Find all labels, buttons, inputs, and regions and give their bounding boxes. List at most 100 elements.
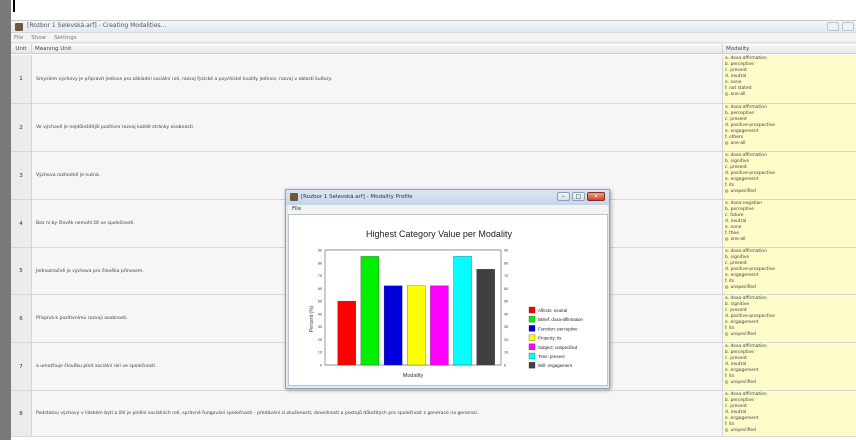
modality-cell[interactable]: a. doxa-affirmation b. signitive c. presen… bbox=[723, 295, 856, 342]
legend-swatch bbox=[528, 306, 536, 314]
legend-swatch bbox=[528, 362, 536, 369]
legend-swatch bbox=[528, 334, 536, 341]
left-background-strip bbox=[0, 0, 11, 440]
y-tick-label-left: 20 bbox=[318, 338, 322, 342]
meaning-unit-cell[interactable]: Ve výchově je nejdůležitější pozitivní r… bbox=[32, 104, 723, 151]
modality-cell[interactable]: a. doxa-affirmation b. perceptive c. prese… bbox=[723, 104, 856, 151]
legend-swatch bbox=[528, 325, 536, 332]
legend-swatch bbox=[528, 316, 536, 323]
y-tick-label-right: 10 bbox=[504, 351, 508, 355]
bar[interactable] bbox=[453, 256, 472, 366]
chart-legend: Affects: neutral Belief: doxa-affirmation… bbox=[528, 306, 583, 369]
y-tick-label-right: 80 bbox=[504, 261, 508, 265]
unit-cell[interactable]: 5 bbox=[11, 248, 32, 294]
grid-header: Unit Meaning Unit Modality bbox=[11, 44, 856, 54]
y-tick-label-left: 40 bbox=[318, 312, 322, 316]
dialog-close-button[interactable]: × bbox=[587, 192, 605, 201]
top-background bbox=[11, 0, 856, 20]
modality-profile-dialog: [Rozbor 1 Selevská.arf] - Modality Profi… bbox=[285, 189, 610, 389]
y-tick-label-right: 20 bbox=[504, 338, 508, 342]
unit-cell[interactable]: 4 bbox=[11, 200, 32, 247]
menu-settings[interactable]: Settings bbox=[54, 33, 77, 42]
legend-label: Will: engagement bbox=[538, 363, 573, 368]
minimize-button[interactable] bbox=[827, 22, 839, 31]
dialog-controls: – □ × bbox=[557, 192, 605, 201]
table-row[interactable]: 1 Smyslem výchovy je připravit jedince pr… bbox=[11, 55, 856, 104]
dialog-title: [Rozbor 1 Selevská.arf] - Modality Profi… bbox=[301, 194, 413, 200]
y-tick-label-right: 50 bbox=[504, 300, 508, 304]
text-caret bbox=[13, 0, 15, 12]
chart-y-ticks-right: 0 10 20 30 40 50 60 70 80 90 bbox=[504, 249, 508, 368]
bar[interactable] bbox=[407, 285, 426, 366]
dialog-menu-file[interactable]: File bbox=[292, 205, 301, 214]
main-window-title: [Rozbor 1 Selevská.arf] - Creating Modal… bbox=[27, 22, 167, 29]
dialog-maximize-button[interactable]: □ bbox=[572, 192, 585, 201]
modality-line: g. unspecified bbox=[725, 189, 756, 194]
app-icon bbox=[15, 23, 23, 31]
modality-line: g. one-all bbox=[725, 141, 746, 146]
modality-cell[interactable]: a. doxa-affirmation b. perceptive c. prese… bbox=[723, 391, 856, 436]
dialog-titlebar[interactable]: [Rozbor 1 Selevská.arf] - Modality Profi… bbox=[286, 190, 609, 205]
table-row[interactable]: 2 Ve výchově je nejdůležitější pozitivní … bbox=[11, 104, 856, 152]
modality-cell[interactable]: a. doxa-affirmation b. signitive c. presen… bbox=[723, 248, 856, 294]
legend-swatch bbox=[528, 343, 536, 350]
unit-cell[interactable]: 7 bbox=[11, 343, 32, 390]
unit-cell[interactable]: 8 bbox=[11, 391, 32, 436]
legend-label: Time: present bbox=[538, 354, 565, 359]
dialog-menubar: File bbox=[288, 205, 608, 214]
y-tick-label-right: 70 bbox=[504, 274, 508, 278]
y-tick-label-left: 60 bbox=[318, 287, 322, 291]
menu-file[interactable]: File bbox=[14, 33, 23, 42]
table-row[interactable]: 8 Podstatou výchovy v lidském bytí a žití… bbox=[11, 391, 856, 437]
unit-cell[interactable]: 3 bbox=[11, 152, 32, 199]
main-titlebar: [Rozbor 1 Selevská.arf] - Creating Modal… bbox=[11, 21, 856, 33]
modality-line: g. one-all bbox=[725, 237, 746, 242]
meaning-unit-cell[interactable]: Podstatou výchovy v lidském bytí a žití … bbox=[32, 391, 723, 436]
legend-label: Belief: doxa-affirmation bbox=[538, 317, 583, 322]
bar[interactable] bbox=[383, 285, 403, 366]
column-header-modality[interactable]: Modality bbox=[723, 44, 856, 54]
screen: [Rozbor 1 Selevská.arf] - Creating Modal… bbox=[0, 0, 856, 440]
legend-label: Subject: unspecified bbox=[538, 345, 578, 350]
bar[interactable] bbox=[430, 285, 449, 366]
dialog-app-icon bbox=[290, 193, 298, 201]
unit-cell[interactable]: 1 bbox=[11, 55, 32, 103]
chart-x-axis-label: Modality bbox=[403, 373, 424, 379]
menu-show[interactable]: Show bbox=[31, 33, 46, 42]
y-tick-label-left: 0 bbox=[320, 364, 322, 368]
legend-label: Function: perceptive bbox=[538, 326, 578, 331]
meaning-unit-cell[interactable]: Smyslem výchovy je připravit jedince pro… bbox=[32, 55, 723, 103]
y-tick-label-left: 90 bbox=[318, 249, 322, 253]
chart-panel: Highest Category Value per Modality Perc… bbox=[288, 214, 608, 386]
main-menubar: File Show Settings bbox=[11, 33, 856, 43]
y-tick-label-right: 60 bbox=[504, 287, 508, 291]
restore-button[interactable] bbox=[842, 22, 854, 31]
unit-cell[interactable]: 2 bbox=[11, 104, 32, 151]
bar[interactable] bbox=[337, 300, 356, 366]
column-header-meaning-unit[interactable]: Meaning Unit bbox=[32, 44, 723, 54]
y-tick-label-right: 0 bbox=[504, 364, 506, 368]
modality-cell[interactable]: a. doxa-affirmation b. perceptive c. prese… bbox=[723, 55, 856, 103]
modality-cell[interactable]: a. doxa-negation b. perceptive c. future d.… bbox=[723, 200, 856, 247]
y-tick-label-left: 10 bbox=[318, 351, 322, 355]
modality-line: g. unspecified bbox=[725, 428, 756, 433]
y-tick-label-right: 40 bbox=[504, 312, 508, 316]
modality-line: g. unspecified bbox=[725, 285, 756, 290]
bar-chart: Highest Category Value per Modality Perc… bbox=[309, 229, 583, 379]
y-tick-label-left: 80 bbox=[318, 261, 322, 265]
bar[interactable] bbox=[476, 269, 495, 366]
y-tick-label-left: 50 bbox=[318, 300, 322, 304]
modality-line: g. unspecified bbox=[725, 332, 756, 337]
y-tick-label-left: 30 bbox=[318, 325, 322, 329]
modality-cell[interactable]: a. doxa-affirmation b. perceptive c. prese… bbox=[723, 343, 856, 390]
unit-cell[interactable]: 6 bbox=[11, 295, 32, 342]
y-tick-label-right: 90 bbox=[504, 249, 508, 253]
bar[interactable] bbox=[360, 256, 380, 366]
column-header-unit[interactable]: Unit bbox=[11, 44, 32, 54]
y-tick-label-right: 30 bbox=[504, 325, 508, 329]
modality-line: g. unspecified bbox=[725, 380, 756, 385]
modality-cell[interactable]: a. doxa-affirmation b. signitive c. presen… bbox=[723, 152, 856, 199]
dialog-minimize-button[interactable]: – bbox=[557, 192, 570, 201]
main-window-controls bbox=[827, 22, 854, 31]
legend-swatch bbox=[528, 352, 536, 360]
